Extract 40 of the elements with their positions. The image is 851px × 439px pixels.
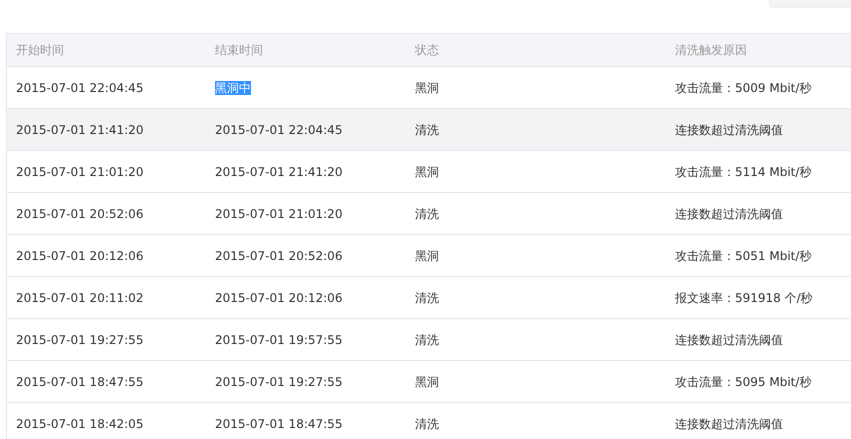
table-cell: 连接数超过清洗阈值 bbox=[675, 122, 783, 136]
table-cell: 2015-07-01 18:47:55 bbox=[16, 374, 144, 388]
table-cell: 攻击流量：5114 Mbit/秒 bbox=[675, 164, 812, 178]
table-cell: 2015-07-01 19:57:55 bbox=[215, 332, 342, 346]
table-cell: 攻击流量：5009 Mbit/秒 bbox=[675, 80, 812, 94]
table-cell: 连接数超过清洗阈值 bbox=[675, 416, 783, 430]
table-cell: 2015-07-01 21:41:20 bbox=[16, 122, 144, 136]
table-cell: 2015-07-01 18:42:05 bbox=[16, 416, 144, 430]
column-header: 清洗触发原因 bbox=[675, 43, 747, 57]
table-cell: 2015-07-01 21:01:20 bbox=[16, 164, 144, 178]
table-cell: 2015-07-01 21:41:20 bbox=[215, 164, 342, 178]
column-header: 开始时间 bbox=[16, 43, 64, 57]
table-cell: 黑洞 bbox=[415, 374, 439, 388]
table-cell: 清洗 bbox=[415, 332, 439, 346]
table-cell: 攻击流量：5051 Mbit/秒 bbox=[675, 248, 812, 262]
table-cell: 2015-07-01 22:04:45 bbox=[16, 80, 144, 94]
table-cell: 2015-07-01 20:12:06 bbox=[16, 248, 144, 262]
table-cell: 黑洞 bbox=[415, 164, 439, 178]
table-cell: 攻击流量：5095 Mbit/秒 bbox=[675, 374, 812, 388]
column-header: 状态 bbox=[415, 43, 439, 57]
table-cell: 2015-07-01 19:27:55 bbox=[16, 332, 144, 346]
table-cell: 黑洞 bbox=[415, 248, 439, 262]
table-cell: 清洗 bbox=[415, 290, 439, 304]
table-cell: 报文速率：591918 个/秒 bbox=[675, 290, 813, 304]
table-cell: 清洗 bbox=[415, 206, 439, 220]
table-cell: 连接数超过清洗阈值 bbox=[675, 332, 783, 346]
table-cell: 黑洞中 bbox=[215, 80, 251, 94]
table-cell: 清洗 bbox=[415, 416, 439, 430]
table-cell: 2015-07-01 21:01:20 bbox=[215, 206, 342, 220]
table-cell: 2015-07-01 20:12:06 bbox=[215, 290, 342, 304]
table-cell: 2015-07-01 18:47:55 bbox=[215, 416, 342, 430]
table-cell: 黑洞 bbox=[415, 80, 439, 94]
table-cell: 连接数超过清洗阈值 bbox=[675, 206, 783, 220]
table-cell: 2015-07-01 20:11:02 bbox=[16, 290, 144, 304]
table-cell: 2015-07-01 20:52:06 bbox=[215, 248, 342, 262]
column-header: 结束时间 bbox=[215, 43, 263, 57]
table-cell: 2015-07-01 22:04:45 bbox=[215, 122, 342, 136]
table-cell: 清洗 bbox=[415, 122, 439, 136]
table-cell: 2015-07-01 20:52:06 bbox=[16, 206, 144, 220]
table-cell: 2015-07-01 19:27:55 bbox=[215, 374, 342, 388]
